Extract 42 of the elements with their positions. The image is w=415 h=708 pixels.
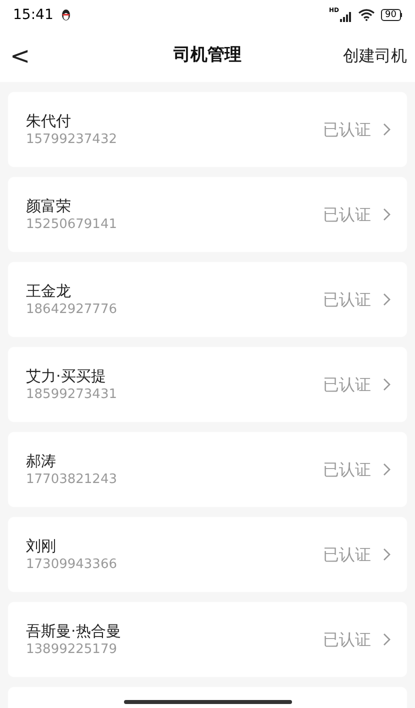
driver-phone: 15799237432: [26, 130, 118, 148]
battery-indicator: 90: [381, 9, 402, 21]
driver-card[interactable]: 颜富荣 15250679141 已认证: [8, 177, 407, 252]
driver-card[interactable]: 艾力·买买提 18599273431 已认证: [8, 347, 407, 422]
create-driver-link[interactable]: 创建司机: [343, 44, 407, 68]
driver-name: 郝涛: [26, 450, 57, 470]
status-time: 15:41: [13, 6, 54, 24]
driver-name: 刘刚: [26, 536, 57, 556]
chevron-icon: [383, 378, 391, 391]
driver-phone: 18642927776: [26, 300, 118, 318]
status-label: 已认证: [323, 204, 371, 226]
chevron-icon: [383, 123, 391, 136]
driver-phone: 18599273431: [26, 386, 118, 404]
driver-name: 颜富荣: [26, 196, 72, 216]
chevron-icon: [383, 548, 391, 561]
back-button[interactable]: <: [8, 44, 32, 68]
penguin-icon: [61, 8, 72, 22]
page-title: 司机管理: [172, 44, 242, 68]
driver-card[interactable]: 朱代付 15799237432 已认证: [8, 92, 407, 167]
driver-card[interactable]: 郝涛 17703821243 已认证: [8, 432, 407, 507]
status-label: 已认证: [323, 288, 371, 310]
status-label: 已认证: [323, 628, 371, 650]
driver-name: 吾斯曼·热合曼: [26, 620, 122, 640]
chevron-icon: [383, 208, 391, 221]
driver-card[interactable]: 刘刚 17309943366 已认证: [8, 517, 407, 592]
driver-name: 朱代付: [26, 110, 72, 130]
status-label: 已认证: [323, 118, 371, 140]
driver-phone: 17309943366: [26, 556, 118, 574]
driver-phone: 13899225179: [26, 640, 118, 658]
driver-card[interactable]: 吾斯曼·热合曼 13899225179 已认证: [8, 602, 407, 677]
driver-phone: 17703821243: [26, 470, 118, 488]
status-label: 已认证: [323, 374, 371, 396]
wifi-icon: [358, 9, 376, 21]
chevron-icon: [383, 293, 391, 306]
status-label: 已认证: [323, 544, 371, 566]
chevron-icon: [383, 633, 391, 646]
driver-name: 艾力·买买提: [26, 366, 107, 386]
driver-card[interactable]: 王金龙 18642927776 已认证: [8, 262, 407, 337]
driver-name: 王金龙: [26, 280, 72, 300]
status-label: 已认证: [323, 458, 371, 480]
chevron-icon: [383, 463, 391, 476]
driver-phone: 15250679141: [26, 216, 118, 234]
